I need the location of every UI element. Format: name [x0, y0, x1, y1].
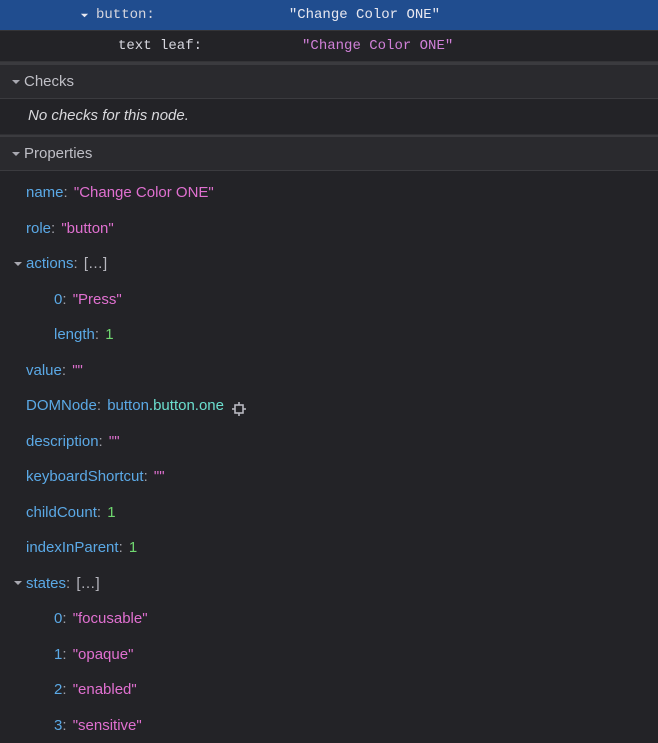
chevron-down-icon — [10, 259, 26, 269]
node-type: button: — [96, 7, 155, 23]
section-header-checks[interactable]: Checks — [0, 62, 658, 99]
prop-name: name: "Change Color ONE" — [0, 175, 658, 211]
node-type: text leaf: — [118, 38, 202, 54]
inspect-node-icon[interactable] — [232, 399, 246, 413]
chevron-down-icon — [8, 77, 24, 87]
tree-node-button[interactable]: button: "Change Color ONE" — [0, 0, 658, 31]
section-title: Checks — [24, 73, 74, 90]
section-title: Properties — [24, 145, 92, 162]
expand-toggle-icon[interactable] — [78, 11, 90, 20]
node-text: "Change Color ONE" — [302, 38, 453, 54]
prop-actions-length: length: 1 — [0, 317, 658, 353]
chevron-down-icon — [8, 149, 24, 159]
prop-description: description: "" — [0, 424, 658, 460]
prop-states[interactable]: states: […] — [0, 566, 658, 602]
prop-keyboard-shortcut: keyboardShortcut: "" — [0, 459, 658, 495]
chevron-down-icon — [10, 578, 26, 588]
node-text: "Change Color ONE" — [289, 7, 440, 23]
prop-index-in-parent: indexInParent: 1 — [0, 530, 658, 566]
prop-domnode[interactable]: DOMNode: button.button.one — [0, 388, 658, 424]
prop-states-2: 2: "enabled" — [0, 672, 658, 708]
tree-node-text-leaf[interactable]: text leaf: "Change Color ONE" — [0, 31, 658, 62]
prop-actions[interactable]: actions: […] — [0, 246, 658, 282]
prop-states-0: 0: "focusable" — [0, 601, 658, 637]
prop-value: value: "" — [0, 353, 658, 389]
checks-empty-message: No checks for this node. — [0, 99, 658, 135]
prop-actions-0: 0: "Press" — [0, 282, 658, 318]
section-header-properties[interactable]: Properties — [0, 135, 658, 171]
prop-states-1: 1: "opaque" — [0, 637, 658, 673]
properties-list: name: "Change Color ONE" role: "button" … — [0, 171, 658, 743]
prop-states-3: 3: "sensitive" — [0, 708, 658, 743]
prop-role: role: "button" — [0, 211, 658, 247]
prop-child-count: childCount: 1 — [0, 495, 658, 531]
